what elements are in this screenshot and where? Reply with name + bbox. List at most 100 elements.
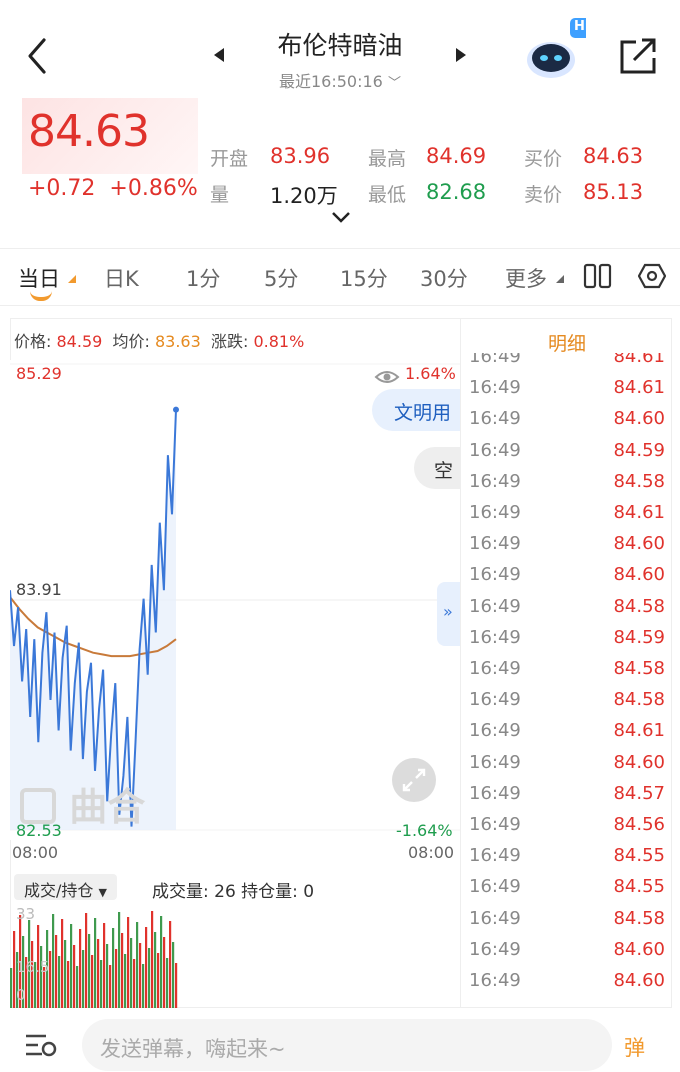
tab-5min[interactable]: 5分 bbox=[264, 263, 298, 293]
detail-row-price: 84.58 bbox=[613, 689, 665, 711]
volume-bar bbox=[148, 948, 151, 1008]
volume-bar bbox=[97, 939, 100, 1008]
volume-bar bbox=[142, 964, 145, 1008]
danmu-send-label: 弹 bbox=[624, 1036, 645, 1060]
detail-row-price: 84.57 bbox=[613, 782, 665, 804]
danmu-send-button[interactable]: 弹 bbox=[624, 1032, 645, 1062]
pct-top-label: 1.64% bbox=[405, 364, 456, 383]
side-panel-toggle[interactable]: » bbox=[437, 582, 460, 646]
volume-bar bbox=[52, 914, 55, 1008]
ask-label: 卖价 bbox=[524, 184, 563, 206]
layout-toggle-icon[interactable] bbox=[583, 263, 613, 289]
next-product-icon[interactable] bbox=[456, 48, 466, 62]
volume-bar bbox=[157, 953, 160, 1008]
volume-bar bbox=[73, 945, 76, 1008]
danmu-input[interactable]: 发送弹幕，嗨起来~ bbox=[82, 1019, 612, 1071]
fullscreen-button[interactable] bbox=[392, 758, 436, 802]
detail-row-price: 84.58 bbox=[613, 595, 665, 617]
info-price-label: 价格: bbox=[14, 332, 52, 351]
pct-bottom-label: -1.64% bbox=[396, 821, 453, 840]
open-label: 开盘 bbox=[210, 148, 249, 170]
update-time-text: 最近16:50:16 bbox=[279, 72, 383, 91]
danmu-bubble-text: 文明用 bbox=[394, 402, 452, 424]
ai-assistant-button[interactable]: Hi bbox=[524, 14, 594, 84]
expand-chevron-icon[interactable] bbox=[330, 210, 352, 224]
tab-1min[interactable]: 1分 bbox=[186, 263, 220, 293]
detail-row-price: 84.60 bbox=[613, 408, 665, 430]
danmu-bubble[interactable]: 文明用 bbox=[372, 389, 460, 431]
volume-bar bbox=[145, 927, 148, 1008]
detail-row: 16:49 84.61 bbox=[469, 502, 665, 533]
detail-row-price: 84.61 bbox=[613, 502, 665, 523]
detail-row-price: 84.58 bbox=[613, 907, 665, 929]
header-bar: 布伦特暗油 最近16:50:16 ﹀ Hi bbox=[0, 0, 680, 98]
volume-summary: 成交量: 26 持仓量: 0 bbox=[152, 882, 315, 902]
volume-type-select[interactable]: 成交/持仓 ▼ bbox=[14, 874, 117, 900]
volume-bar bbox=[139, 943, 142, 1008]
detail-row-time: 16:49 bbox=[469, 782, 521, 804]
volume-bar bbox=[76, 966, 79, 1008]
volume-bar bbox=[61, 919, 64, 1008]
watermark: 曲合 bbox=[20, 776, 145, 831]
detail-list[interactable]: 16:49 84.61 16:49 84.61 16:49 84.60 16:49 84.59… bbox=[461, 353, 671, 1007]
detail-row-price: 84.56 bbox=[613, 814, 665, 835]
tab-15min[interactable]: 15分 bbox=[340, 263, 388, 293]
low-value: 82.68 bbox=[426, 180, 487, 204]
chart-period-tabs: 当日 日K 1分 5分 15分 30分 更多 bbox=[0, 248, 680, 306]
detail-row-price: 84.60 bbox=[613, 970, 665, 991]
x-axis-end-label: 08:00 bbox=[408, 843, 455, 862]
tab-daily-k[interactable]: 日K bbox=[104, 263, 139, 293]
detail-row-time: 16:49 bbox=[469, 720, 521, 742]
detail-row-price: 84.60 bbox=[613, 751, 665, 773]
info-avg-label: 均价: bbox=[112, 332, 150, 351]
volume-bar bbox=[88, 934, 91, 1008]
detail-row: 16:49 84.58 bbox=[469, 908, 665, 939]
volume-bar bbox=[151, 911, 154, 1008]
share-icon[interactable] bbox=[618, 36, 660, 76]
tab-30min[interactable]: 30分 bbox=[420, 263, 468, 293]
danmu-placeholder: 发送弹幕，嗨起来~ bbox=[100, 1037, 286, 1061]
detail-row: 16:49 84.61 bbox=[469, 720, 665, 751]
volume-bar bbox=[118, 912, 121, 1008]
volume-bar bbox=[115, 949, 118, 1008]
detail-row: 16:49 84.56 bbox=[469, 814, 665, 845]
volume-bar bbox=[10, 968, 13, 1008]
danmu-bubble-2[interactable]: 空 bbox=[414, 447, 460, 489]
last-price: 84.63 bbox=[28, 106, 150, 157]
volume-bar bbox=[163, 937, 166, 1008]
volume-bar bbox=[172, 942, 175, 1008]
double-chevron-right-icon: » bbox=[443, 602, 453, 621]
volume-bar bbox=[124, 954, 127, 1008]
last-price-point bbox=[173, 406, 179, 413]
detail-row: 16:49 84.57 bbox=[469, 783, 665, 814]
detail-row-time: 16:49 bbox=[469, 845, 521, 867]
bid-value: 84.63 bbox=[583, 144, 644, 168]
detail-row-price: 84.61 bbox=[613, 377, 665, 399]
detail-row-time: 16:49 bbox=[469, 658, 521, 679]
detail-row-time: 16:49 bbox=[469, 938, 521, 960]
volume-bar bbox=[58, 956, 61, 1008]
chart-info-bar: 价格: 84.59 均价: 83.63 涨跌: 0.81% bbox=[14, 328, 304, 352]
volume-bar bbox=[70, 924, 73, 1008]
volume-bar bbox=[67, 961, 70, 1008]
volume-axis-top: 33 bbox=[16, 905, 36, 923]
y-axis-top-label: 85.29 bbox=[16, 364, 62, 383]
trade-detail-panel[interactable]: 明细 16:49 84.61 16:49 84.61 16:49 84.60 16:49 84… bbox=[460, 318, 672, 1008]
tab-more[interactable]: 更多 bbox=[505, 263, 547, 293]
eye-icon[interactable] bbox=[374, 368, 400, 386]
volume-bar bbox=[64, 940, 67, 1008]
detail-row-price: 84.60 bbox=[613, 533, 665, 555]
high-label: 最高 bbox=[368, 148, 407, 170]
detail-row-time: 16:49 bbox=[469, 502, 521, 523]
detail-row-time: 16:49 bbox=[469, 408, 521, 430]
ask-value: 85.13 bbox=[583, 180, 644, 204]
y-axis-mid-label: 83.91 bbox=[16, 580, 62, 599]
detail-row: 16:49 84.58 bbox=[469, 471, 665, 502]
detail-row-time: 16:49 bbox=[469, 470, 521, 492]
detail-row-time: 16:49 bbox=[469, 814, 521, 835]
tab-today[interactable]: 当日 bbox=[18, 263, 60, 293]
settings-icon[interactable] bbox=[638, 262, 666, 290]
danmu-settings-icon[interactable] bbox=[24, 1030, 58, 1060]
volume-bar bbox=[103, 923, 106, 1008]
volume-bar bbox=[40, 946, 43, 1008]
